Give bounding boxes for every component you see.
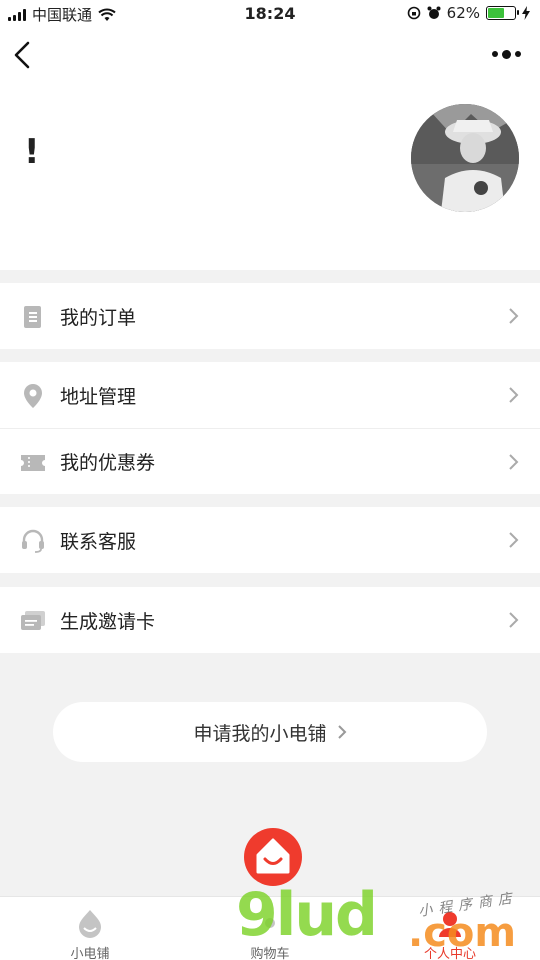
menu-item-address[interactable]: 地址管理 — [0, 362, 540, 428]
user-name: ! — [24, 132, 40, 172]
chevron-right-icon — [509, 612, 519, 628]
dot-icon — [501, 49, 511, 59]
tab-cart[interactable]: 购物车 — [180, 897, 360, 960]
menu-label-invite-card: 生成邀请卡 — [60, 610, 156, 633]
menu-item-invite-card[interactable]: 生成邀请卡 — [0, 587, 540, 653]
order-document-icon — [24, 306, 41, 328]
back-arrow-icon[interactable] — [10, 40, 36, 70]
menu-label-coupons: 我的优惠券 — [60, 452, 156, 474]
headset-icon — [22, 529, 44, 553]
menu-group-orders: 我的订单 — [0, 283, 540, 349]
battery-level — [488, 8, 505, 18]
tab-label-profile: 个人中心 — [423, 947, 476, 960]
avatar-photo — [411, 104, 519, 212]
charging-icon — [522, 6, 530, 20]
tab-label-cart: 购物车 — [250, 947, 290, 960]
battery-icon — [486, 6, 519, 20]
apply-store-label: 申请我的小电铺 — [193, 722, 327, 745]
person-icon — [439, 912, 461, 937]
dot-icon — [514, 51, 521, 57]
status-right: 62% — [407, 4, 530, 22]
battery-percent: 62% — [446, 4, 480, 22]
cart-icon — [265, 918, 275, 928]
coupon-ticket-icon — [21, 455, 45, 471]
menu-label-address: 地址管理 — [60, 385, 137, 408]
apply-store-button[interactable]: 申请我的小电铺 — [53, 702, 487, 762]
chevron-right-icon — [337, 725, 346, 739]
menu-group-support: 联系客服 — [0, 507, 540, 573]
menu-group-invite: 生成邀请卡 — [0, 587, 540, 653]
menu-label-orders: 我的订单 — [60, 306, 137, 329]
menu-group-address-coupons: 地址管理 我的优惠券 — [0, 362, 540, 494]
rotation-lock-icon — [407, 6, 420, 20]
more-options-button[interactable] — [486, 42, 526, 66]
menu-item-support[interactable]: 联系客服 — [0, 507, 540, 573]
floating-store-button[interactable] — [244, 828, 302, 886]
store-drop-icon — [79, 910, 101, 938]
nav-bar — [0, 28, 540, 82]
menu-item-orders[interactable]: 我的订单 — [0, 283, 540, 349]
chevron-right-icon — [509, 308, 519, 324]
alarm-icon — [427, 6, 441, 19]
shop-smile-icon — [256, 838, 290, 874]
invite-card-icon — [21, 611, 45, 630]
chevron-right-icon — [509, 387, 519, 403]
chevron-right-icon — [509, 454, 519, 470]
menu-item-coupons[interactable]: 我的优惠券 — [0, 428, 540, 494]
tab-store[interactable]: 小电铺 — [0, 897, 180, 960]
status-bar: 中国联通 18:24 62% — [0, 0, 540, 28]
avatar[interactable] — [411, 104, 519, 212]
profile-header: ! — [0, 82, 540, 270]
tab-profile[interactable]: 个人中心 — [360, 897, 540, 960]
chevron-right-icon — [509, 532, 519, 548]
bottom-tab-bar: 小电铺 购物车 个人中心 — [0, 896, 540, 960]
dot-icon — [491, 51, 498, 57]
tab-label-store: 小电铺 — [70, 947, 110, 960]
location-pin-icon — [24, 384, 42, 408]
menu-label-support: 联系客服 — [60, 530, 137, 553]
